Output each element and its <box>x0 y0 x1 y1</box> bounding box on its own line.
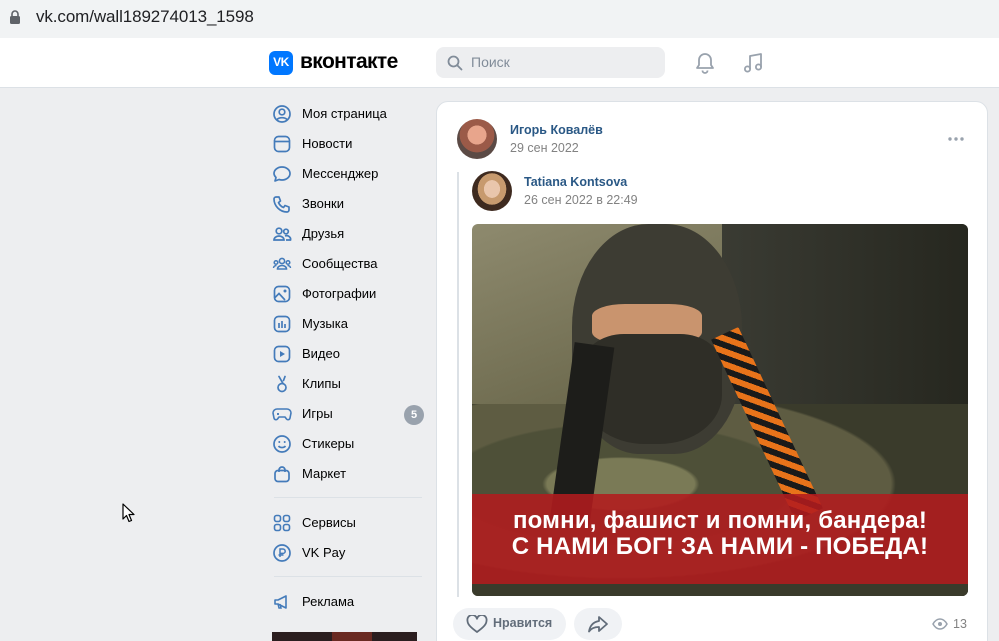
menu-item-photos[interactable]: Фотографии <box>268 278 428 308</box>
url-text[interactable]: vk.com/wall189274013_1598 <box>36 7 254 27</box>
menu-item-label: Друзья <box>302 226 345 241</box>
post-author[interactable]: Игорь Ковалёв <box>510 123 603 137</box>
clips-icon <box>277 375 287 393</box>
communities-icon <box>272 257 292 270</box>
menu-item-stickers[interactable]: Стикеры <box>268 428 428 458</box>
menu-item-label: Видео <box>302 346 340 361</box>
newsfeed-icon <box>273 135 291 153</box>
menu-item-communities[interactable]: Сообщества <box>268 248 428 278</box>
vk-logo-icon[interactable]: VK <box>269 51 293 75</box>
gamepad-icon <box>272 408 292 421</box>
lock-icon <box>10 10 20 24</box>
music-icon <box>273 315 291 333</box>
services-icon <box>273 514 291 532</box>
user-circle-icon <box>273 105 291 123</box>
menu-item-label: Музыка <box>302 316 348 331</box>
video-icon <box>273 345 291 363</box>
menu-item-label: Клипы <box>302 376 341 391</box>
repost-author-avatar[interactable] <box>472 171 512 211</box>
menu-item-label: Мессенджер <box>302 166 379 181</box>
image-caption-line2: С НАМИ БОГ! ЗА НАМИ - ПОБЕДА! <box>511 533 929 560</box>
eye-icon <box>932 618 948 630</box>
like-button[interactable]: Нравится <box>453 608 566 640</box>
vk-logo-text[interactable]: вконтакте <box>300 50 398 74</box>
repost-divider <box>457 172 459 597</box>
search-icon <box>447 55 463 71</box>
search-input[interactable]: Поиск <box>436 47 665 78</box>
menu-item-my-page[interactable]: Моя страница <box>268 98 428 128</box>
menu-item-label: Реклама <box>302 594 355 609</box>
more-options-icon[interactable] <box>947 136 965 142</box>
menu-item-messenger[interactable]: Мессенджер <box>268 158 428 188</box>
music-icon[interactable] <box>741 51 765 75</box>
vkpay-icon <box>273 544 291 562</box>
message-icon <box>273 166 291 182</box>
menu-item-video[interactable]: Видео <box>268 338 428 368</box>
like-label: Нравится <box>493 616 553 630</box>
megaphone-icon <box>274 595 287 609</box>
share-icon <box>588 616 608 633</box>
menu-item-label: Моя страница <box>302 106 387 121</box>
menu-item-label: Новости <box>302 136 353 151</box>
author-avatar[interactable] <box>457 119 497 159</box>
menu-item-label: VK Pay <box>302 545 346 560</box>
bag-icon <box>274 466 290 483</box>
menu-item-music[interactable]: Музыка <box>268 308 428 338</box>
browser-address-bar[interactable]: vk.com/wall189274013_1598 <box>0 0 999 38</box>
menu-divider <box>274 576 422 577</box>
left-menu: Моя страница Новости Мессенджер Звонки Д… <box>268 98 428 616</box>
post-image[interactable]: помни, фашист и помни, бандера! С НАМИ Б… <box>472 224 968 596</box>
menu-item-calls[interactable]: Звонки <box>268 188 428 218</box>
menu-item-label: Звонки <box>302 196 344 211</box>
menu-item-services[interactable]: Сервисы <box>268 507 428 537</box>
mouse-cursor-icon <box>122 503 135 523</box>
repost-date[interactable]: 26 сен 2022 в 22:49 <box>524 193 638 207</box>
photo-icon <box>273 285 291 303</box>
friends-icon <box>273 227 292 241</box>
menu-item-ads[interactable]: Реклама <box>268 586 428 616</box>
repost-author[interactable]: Tatiana Kontsova <box>524 175 627 189</box>
menu-item-label: Фотографии <box>302 286 377 301</box>
menu-item-vk-pay[interactable]: VK Pay <box>268 537 428 567</box>
menu-item-label: Игры <box>302 406 333 421</box>
menu-item-games[interactable]: Игры 5 <box>268 398 428 428</box>
menu-item-label: Стикеры <box>302 436 355 451</box>
menu-item-label: Маркет <box>302 466 347 481</box>
menu-item-label: Сообщества <box>302 256 378 271</box>
menu-item-news[interactable]: Новости <box>268 128 428 158</box>
heart-icon <box>466 615 488 633</box>
share-button[interactable] <box>574 608 622 640</box>
games-count-badge: 5 <box>404 405 424 425</box>
smile-icon <box>273 435 291 453</box>
wall-post: Игорь Ковалёв 29 сен 2022 Tatiana Kontso… <box>436 101 988 641</box>
menu-divider <box>274 497 422 498</box>
image-caption-line1: помни, фашист и помни, бандера! <box>512 507 928 534</box>
phone-icon <box>273 196 290 213</box>
menu-item-label: Сервисы <box>302 515 356 530</box>
views-count: 13 <box>953 617 967 631</box>
vk-header: VK вконтакте Поиск <box>0 38 999 88</box>
bell-icon[interactable] <box>694 52 716 74</box>
menu-item-friends[interactable]: Друзья <box>268 218 428 248</box>
views-counter: 13 <box>932 617 967 636</box>
post-date[interactable]: 29 сен 2022 <box>510 141 579 155</box>
menu-item-clips[interactable]: Клипы <box>268 368 428 398</box>
vk-logo-mark: VK <box>273 55 289 69</box>
search-placeholder: Поиск <box>471 54 510 70</box>
ad-thumbnail[interactable] <box>272 632 417 641</box>
menu-item-market[interactable]: Маркет <box>268 458 428 488</box>
